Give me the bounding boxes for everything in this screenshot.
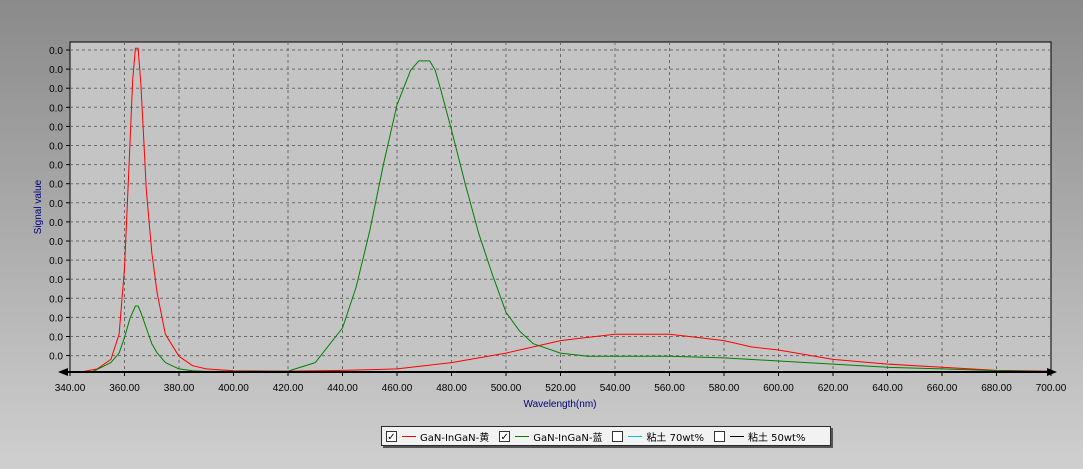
x-tick-label: 640.00	[872, 383, 903, 394]
x-axis-label: Wavelength(nm)	[524, 399, 597, 410]
legend-checkbox-clay-70[interactable]	[612, 430, 624, 442]
x-tick-label: 440.00	[327, 383, 358, 394]
baseline-arrow-left	[58, 368, 68, 376]
y-tick-label: 0.0	[49, 352, 63, 363]
y-tick-label: 0.0	[49, 294, 63, 305]
y-tick-label: 0.0	[49, 275, 63, 286]
legend-swatch-black	[729, 435, 744, 437]
x-tick-label: 420.00	[273, 383, 304, 394]
y-tick-label: 0.0	[49, 84, 63, 95]
x-tick-label: 520.00	[545, 383, 576, 394]
x-tick-label: 500.00	[491, 383, 522, 394]
x-tick-label: 560.00	[654, 383, 685, 394]
y-tick-label: 0.0	[49, 161, 63, 172]
x-tick-label: 680.00	[981, 383, 1012, 394]
x-tick-label: 380.00	[164, 383, 195, 394]
y-tick-label: 0.0	[49, 142, 63, 153]
y-tick-label: 0.0	[49, 199, 63, 210]
y-tick-label: 0.0	[49, 237, 63, 248]
baseline-arrow-right	[1047, 368, 1057, 376]
y-tick-label: 0.0	[49, 180, 63, 191]
legend-swatch-cyan	[628, 435, 643, 437]
x-tick-label: 460.00	[382, 383, 413, 394]
legend-item-yellow[interactable]: ✓ GaN-InGaN-黄	[382, 429, 489, 444]
x-tick-label: 340.00	[55, 383, 86, 394]
legend-label: GaN-InGaN-蓝	[533, 432, 603, 444]
x-tick-label: 400.00	[218, 383, 249, 394]
y-tick-label: 0.0	[49, 313, 63, 324]
legend-label: GaN-InGaN-黄	[420, 432, 490, 444]
x-tick-label: 540.00	[600, 383, 631, 394]
y-axis: 0.0 0.0 0.0 0.0 0.0 0.0 0.0 0.0 0.0 0.0 0.0 0.0 0.0 0…	[49, 46, 70, 363]
legend-swatch-red	[402, 435, 416, 437]
y-tick-label: 0.0	[49, 256, 63, 267]
x-tick-label: 660.00	[927, 383, 958, 394]
y-axis-label: Signal value	[33, 179, 44, 234]
legend-checkbox-clay-50[interactable]	[713, 430, 725, 442]
x-tick-label: 600.00	[763, 383, 794, 394]
x-tick-label: 620.00	[818, 383, 849, 394]
x-tick-label: 480.00	[436, 383, 467, 394]
legend-swatch-green	[515, 435, 530, 437]
legend-label: 粘土 50wt%	[747, 432, 806, 444]
legend-item-clay-70[interactable]: 粘土 70wt%	[608, 429, 704, 444]
legend-item-blue[interactable]: ✓ GaN-InGaN-蓝	[495, 429, 602, 444]
legend-checkbox-blue[interactable]: ✓	[499, 430, 511, 443]
y-tick-label: 0.0	[49, 122, 63, 133]
x-axis: 340.00 360.00 380.00 400.00 420.00 440.00 460.…	[55, 372, 1067, 394]
legend-checkbox-yellow[interactable]: ✓	[386, 430, 397, 443]
y-tick-label: 0.0	[49, 65, 63, 76]
y-tick-label: 0.0	[49, 103, 63, 114]
y-tick-label: 0.0	[49, 46, 63, 57]
x-tick-label: 360.00	[109, 383, 140, 394]
legend-item-clay-50[interactable]: 粘土 50wt%	[710, 429, 806, 444]
y-tick-label: 0.0	[49, 333, 63, 344]
legend: ✓ GaN-InGaN-黄 ✓ GaN-InGaN-蓝 粘土 70wt% 粘土 …	[381, 426, 831, 446]
legend-label: 粘土 70wt%	[646, 432, 704, 444]
y-tick-label: 0.0	[49, 218, 63, 229]
x-tick-label: 580.00	[709, 383, 740, 394]
x-tick-label: 700.00	[1036, 383, 1067, 394]
spectrum-chart: 0.0 0.0 0.0 0.0 0.0 0.0 0.0 0.0 0.0 0.0 0.0 0.0 0.0 0…	[33, 41, 1067, 410]
